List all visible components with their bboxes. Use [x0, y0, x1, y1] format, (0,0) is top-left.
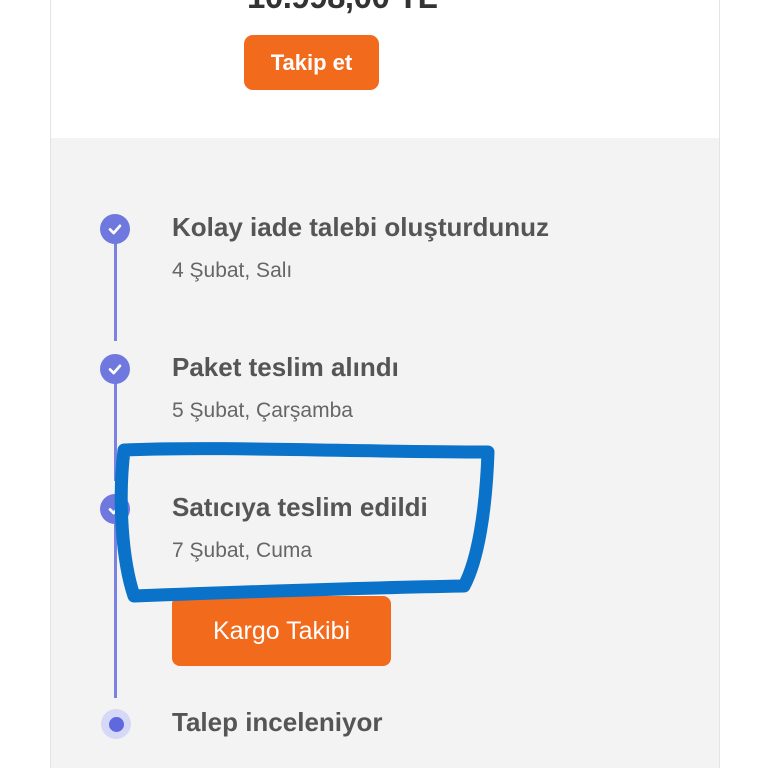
check-icon	[100, 354, 130, 384]
order-summary: 10.998,00 TL Takip et	[51, 0, 719, 138]
return-detail-card: 10.998,00 TL Takip et Kolay iade talebi …	[50, 0, 720, 768]
return-timeline: Kolay iade talebi oluşturdunuz 4 Şubat, …	[51, 138, 719, 768]
step-date: 7 Şubat, Cuma	[172, 539, 313, 562]
check-icon	[100, 214, 130, 244]
step-title: Talep inceleniyor	[172, 707, 383, 737]
timeline-connector	[114, 381, 117, 481]
step-title: Kolay iade talebi oluşturdunuz	[172, 212, 550, 242]
check-icon	[100, 494, 130, 524]
cargo-tracking-button[interactable]: Kargo Takibi	[172, 596, 391, 666]
follow-button[interactable]: Takip et	[244, 35, 379, 90]
timeline-connector	[114, 241, 117, 341]
timeline-connector	[114, 521, 117, 698]
step-date: 5 Şubat, Çarşamba	[172, 399, 353, 422]
in-progress-dot-icon	[101, 709, 131, 739]
step-title: Paket teslim alındı	[172, 352, 399, 382]
step-title: Satıcıya teslim edildi	[172, 492, 428, 522]
order-price: 10.998,00 TL	[247, 0, 438, 16]
step-date: 4 Şubat, Salı	[172, 259, 293, 282]
